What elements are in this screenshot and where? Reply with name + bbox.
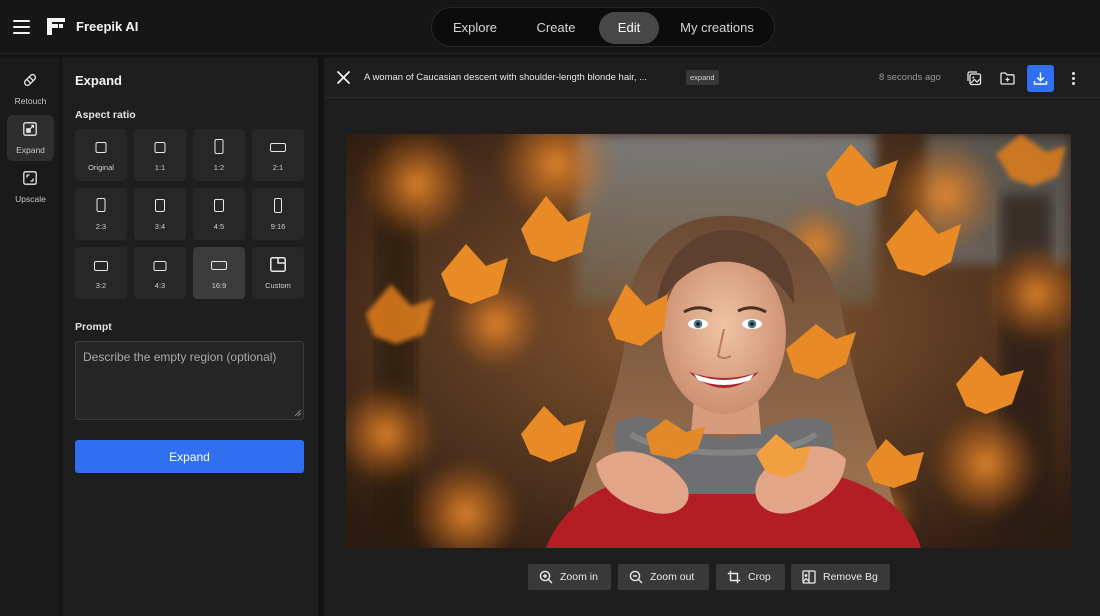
download-icon xyxy=(1033,72,1048,85)
tab-edit[interactable]: Edit xyxy=(599,12,659,44)
image-header: A woman of Caucasian descent with should… xyxy=(324,58,1100,98)
ratio-4-3-button[interactable]: 4:3 xyxy=(134,247,186,299)
rail-item-label: Retouch xyxy=(14,96,47,106)
portrait-icon xyxy=(214,199,224,212)
zoom-out-label: Zoom out xyxy=(650,571,695,583)
landscape-icon xyxy=(94,261,108,271)
generated-image[interactable] xyxy=(346,134,1071,548)
timestamp: 8 seconds ago xyxy=(879,72,941,83)
ratio-16-9-button[interactable]: 16:9 xyxy=(193,247,245,299)
ratio-1-1-button[interactable]: 1:1 xyxy=(134,129,186,181)
app-name: Freepik AI xyxy=(76,19,139,34)
ratio-label: Custom xyxy=(265,281,291,290)
tool-rail: Retouch Expand Upscale xyxy=(0,58,60,616)
prompt-label: Prompt xyxy=(75,321,112,333)
main-nav: Explore Create Edit My creations xyxy=(431,7,775,47)
landscape-icon xyxy=(153,261,167,271)
aspect-ratio-grid: Original 1:1 1:2 2:1 2:3 3:4 4:5 9:16 3:… xyxy=(75,129,305,301)
ratio-label: 2:3 xyxy=(95,222,107,231)
add-to-collection-button[interactable] xyxy=(961,65,988,92)
ratio-label: 4:5 xyxy=(213,222,225,231)
ratio-label: 2:1 xyxy=(272,163,284,172)
tab-my-creations[interactable]: My creations xyxy=(671,12,763,44)
rail-item-label: Upscale xyxy=(15,194,46,204)
expand-panel: Expand Aspect ratio Original 1:1 1:2 2:1… xyxy=(62,58,318,616)
panel-title: Expand xyxy=(75,73,122,88)
aspect-ratio-label: Aspect ratio xyxy=(75,109,136,121)
expand-button[interactable]: Expand xyxy=(75,440,304,473)
rail-item-upscale[interactable]: Upscale xyxy=(7,164,54,210)
ratio-label: 1:2 xyxy=(213,163,225,172)
portrait-icon xyxy=(214,139,224,154)
ratio-label: Original xyxy=(88,163,114,172)
zoom-in-label: Zoom in xyxy=(560,571,598,583)
ratio-3-4-button[interactable]: 3:4 xyxy=(134,188,186,240)
download-button[interactable] xyxy=(1027,65,1054,92)
portrait-icon xyxy=(274,198,282,213)
ratio-1-2-button[interactable]: 1:2 xyxy=(193,129,245,181)
prompt-textarea[interactable] xyxy=(75,341,304,420)
image-viewer: A woman of Caucasian descent with should… xyxy=(324,58,1100,616)
ratio-label: 3:2 xyxy=(95,281,107,290)
square-icon xyxy=(154,142,166,153)
zoom-in-button[interactable]: Zoom in xyxy=(528,564,611,590)
rail-item-expand[interactable]: Expand xyxy=(7,115,54,161)
folder-plus-icon xyxy=(1000,72,1015,85)
freepik-logo[interactable] xyxy=(47,18,65,35)
expand-icon xyxy=(23,122,37,136)
tab-create[interactable]: Create xyxy=(524,12,588,44)
hamburger-menu-icon[interactable] xyxy=(12,17,32,37)
crop-icon xyxy=(727,570,741,584)
ratio-4-5-button[interactable]: 4:5 xyxy=(193,188,245,240)
landscape-icon xyxy=(211,261,227,270)
ratio-original-button[interactable]: Original xyxy=(75,129,127,181)
top-bar: Freepik AI Explore Create Edit My creati… xyxy=(0,0,1100,54)
ratio-label: 4:3 xyxy=(154,281,166,290)
remove-bg-label: Remove Bg xyxy=(823,571,878,583)
portrait-icon xyxy=(96,198,106,212)
landscape-icon xyxy=(270,143,286,152)
bandage-icon xyxy=(23,73,37,87)
zoom-out-icon xyxy=(629,570,643,584)
more-options-button[interactable] xyxy=(1060,65,1087,92)
add-to-folder-button[interactable] xyxy=(994,65,1021,92)
remove-background-icon xyxy=(802,570,816,584)
ratio-9-16-button[interactable]: 9:16 xyxy=(252,188,304,240)
ratio-custom-button[interactable]: Custom xyxy=(252,247,304,299)
ratio-label: 3:4 xyxy=(154,222,166,231)
rail-item-label: Expand xyxy=(16,145,45,155)
tab-explore[interactable]: Explore xyxy=(443,12,507,44)
mode-tag: expand xyxy=(686,70,719,85)
square-icon xyxy=(95,142,107,153)
upscale-icon xyxy=(23,171,37,185)
custom-ratio-icon xyxy=(270,257,286,272)
more-vertical-icon xyxy=(1072,72,1075,85)
image-copy-icon xyxy=(967,71,982,86)
close-icon[interactable] xyxy=(336,70,351,85)
ratio-2-1-button[interactable]: 2:1 xyxy=(252,129,304,181)
zoom-in-icon xyxy=(539,570,553,584)
ratio-label: 9:16 xyxy=(270,222,286,231)
portrait-icon xyxy=(155,199,165,212)
image-prompt-title: A woman of Caucasian descent with should… xyxy=(364,72,648,83)
crop-button[interactable]: Crop xyxy=(716,564,785,590)
zoom-out-button[interactable]: Zoom out xyxy=(618,564,709,590)
ratio-label: 16:9 xyxy=(211,281,227,290)
ratio-label: 1:1 xyxy=(154,163,166,172)
ratio-2-3-button[interactable]: 2:3 xyxy=(75,188,127,240)
crop-label: Crop xyxy=(748,571,771,583)
rail-item-retouch[interactable]: Retouch xyxy=(7,66,54,112)
remove-bg-button[interactable]: Remove Bg xyxy=(791,564,890,590)
ratio-3-2-button[interactable]: 3:2 xyxy=(75,247,127,299)
